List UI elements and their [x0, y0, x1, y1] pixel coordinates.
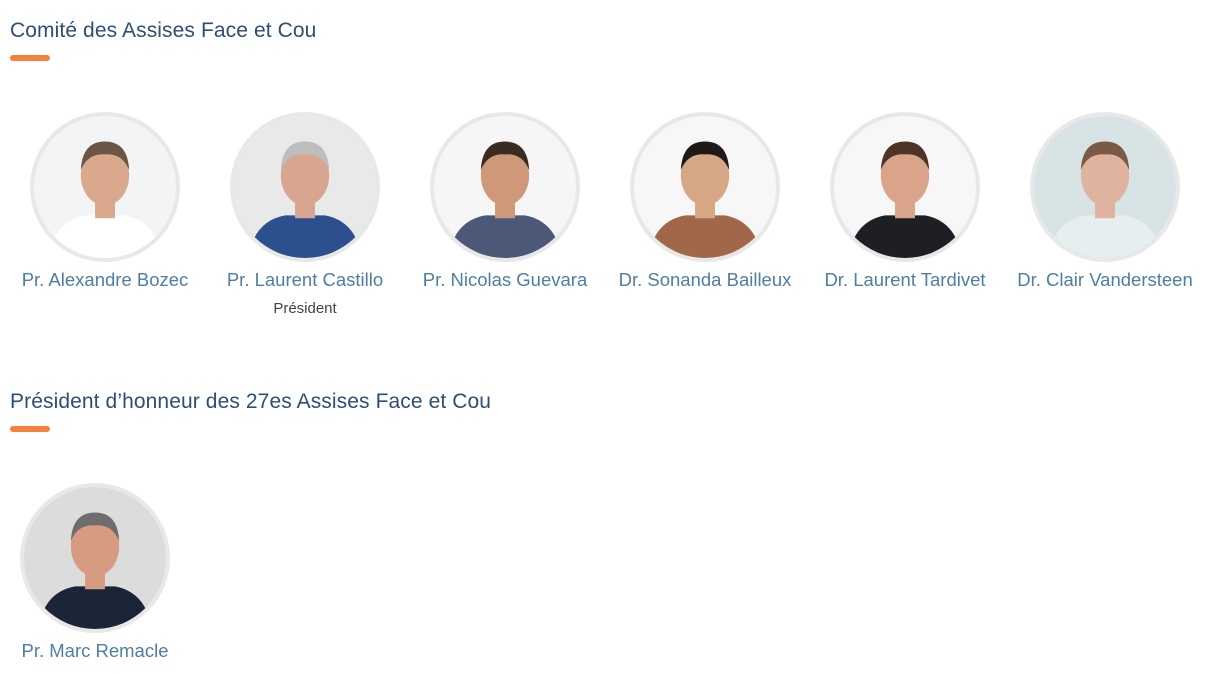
- member-card[interactable]: Dr. Sonanda Bailleux: [605, 112, 805, 291]
- portrait-photo: [1034, 116, 1176, 258]
- member-photo[interactable]: [30, 112, 180, 262]
- member-role: Président: [273, 300, 337, 317]
- member-photo[interactable]: [430, 112, 580, 262]
- member-photo[interactable]: [830, 112, 980, 262]
- member-card[interactable]: Dr. Laurent Tardivet: [805, 112, 1005, 291]
- member-name-link[interactable]: Pr. Marc Remacle: [0, 640, 195, 662]
- member-photo[interactable]: [1030, 112, 1180, 262]
- portrait-photo: [634, 116, 776, 258]
- member-photo[interactable]: [20, 483, 170, 633]
- committee-section-title: Comité des Assises Face et Cou: [10, 19, 317, 42]
- member-photo[interactable]: [630, 112, 780, 262]
- member-card[interactable]: Pr. Alexandre Bozec: [5, 112, 205, 291]
- member-name-link[interactable]: Dr. Sonanda Bailleux: [605, 269, 805, 291]
- page: Comité des Assises Face et Cou Pr. Alexa…: [0, 0, 1206, 674]
- member-card[interactable]: Pr. Laurent Castillo Président: [205, 112, 405, 317]
- member-name-link[interactable]: Pr. Laurent Castillo: [205, 269, 405, 291]
- member-card[interactable]: Dr. Clair Vandersteen: [1005, 112, 1205, 291]
- member-photo[interactable]: [230, 112, 380, 262]
- committee-title-underline: [10, 55, 50, 61]
- portrait-photo: [834, 116, 976, 258]
- member-card[interactable]: Pr. Nicolas Guevara: [405, 112, 605, 291]
- portrait-photo: [234, 116, 376, 258]
- honorary-section-title: Président d’honneur des 27es Assises Fac…: [10, 390, 492, 413]
- portrait-photo: [24, 487, 166, 629]
- member-name-link[interactable]: Pr. Alexandre Bozec: [5, 269, 205, 291]
- honorary-title-underline: [10, 426, 50, 432]
- member-name-link[interactable]: Pr. Nicolas Guevara: [405, 269, 605, 291]
- member-card[interactable]: Pr. Marc Remacle: [0, 483, 195, 662]
- member-name-link[interactable]: Dr. Clair Vandersteen: [1005, 269, 1205, 291]
- portrait-photo: [34, 116, 176, 258]
- member-name-link[interactable]: Dr. Laurent Tardivet: [805, 269, 1005, 291]
- portrait-photo: [434, 116, 576, 258]
